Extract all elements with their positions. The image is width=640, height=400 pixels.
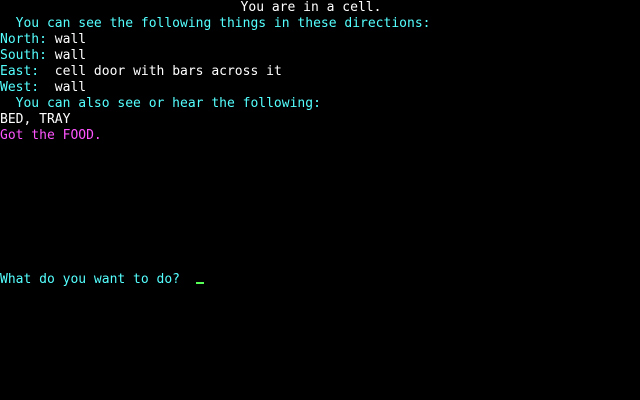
direction-label: North: xyxy=(0,32,47,47)
direction-label: East: xyxy=(0,64,40,79)
command-prompt-line[interactable]: What do you want to do? xyxy=(0,272,640,288)
direction-description: cell door with bars across it xyxy=(54,64,282,79)
text-cursor[interactable] xyxy=(196,282,205,284)
also-header: You can also see or hear the following: xyxy=(0,96,321,111)
location-title: You are in a cell. xyxy=(240,0,382,15)
directions-header: You can see the following things in thes… xyxy=(0,16,431,31)
direction-description: wall xyxy=(54,80,87,95)
command-prompt: What do you want to do? xyxy=(0,272,181,287)
game-message: Got the FOOD. xyxy=(0,128,102,143)
direction-label: West: xyxy=(0,80,40,95)
direction-label: South: xyxy=(0,48,47,63)
direction-description: wall xyxy=(54,32,87,47)
direction-row-east: East: cell door with bars across it xyxy=(0,64,640,80)
visible-objects: BED, TRAY xyxy=(0,112,71,127)
direction-row-north: North: wall xyxy=(0,32,640,48)
direction-description: wall xyxy=(54,48,87,63)
direction-row-south: South: wall xyxy=(0,48,640,64)
game-screen: You are in a cell. You can see the follo… xyxy=(0,0,640,400)
direction-row-west: West: wall xyxy=(0,80,640,96)
